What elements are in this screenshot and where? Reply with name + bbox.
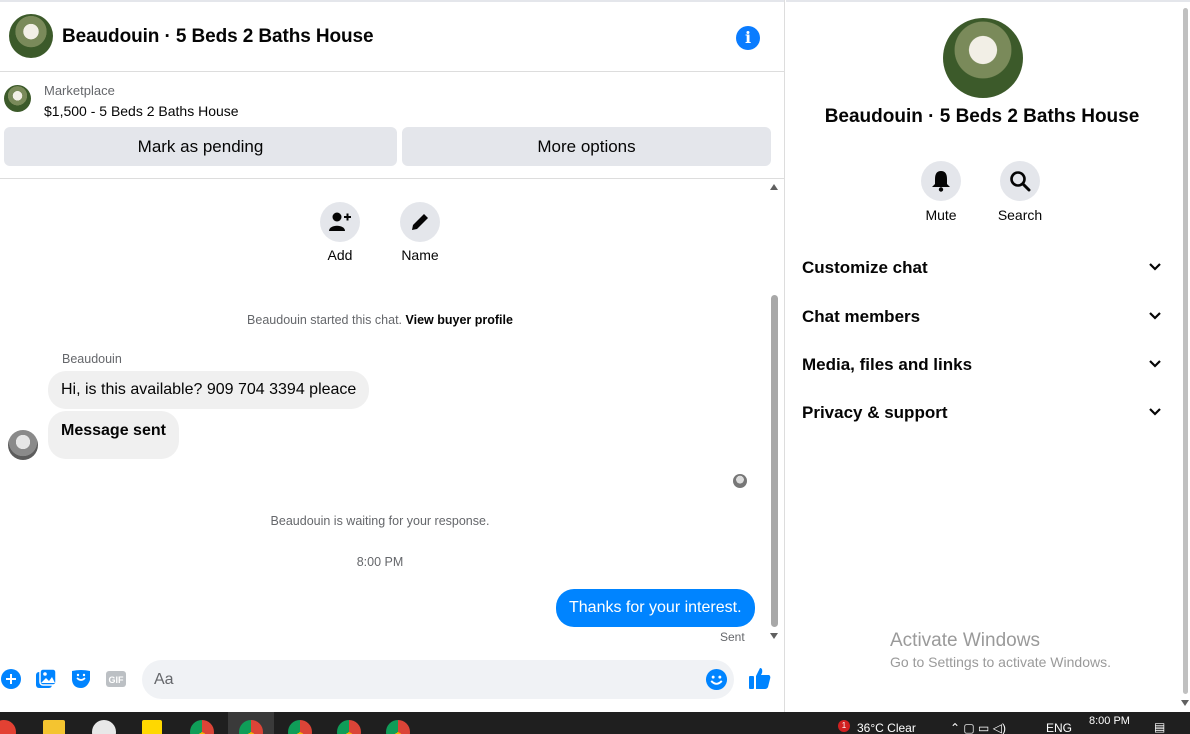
sticky-notes-icon[interactable]: [142, 720, 162, 734]
search-button-circle[interactable]: [1000, 161, 1040, 201]
name-chat-button[interactable]: [400, 202, 440, 242]
watermark-title: Activate Windows: [890, 630, 1040, 651]
mute-label: Mute: [925, 207, 957, 223]
add-label: Add: [327, 247, 353, 263]
system-tray-icons[interactable]: ⌃ ▢ ▭ ◁): [950, 721, 1006, 734]
pencil-icon: [412, 214, 428, 230]
marketplace-label: Marketplace: [44, 83, 115, 98]
chat-started-text: Beaudouin started this chat.: [247, 313, 403, 327]
mute-button-circle[interactable]: [921, 161, 961, 201]
chat-started-notice: Beaudouin started this chat. View buyer …: [0, 313, 760, 327]
chat-title[interactable]: Beaudouin · 5 Beds 2 Baths House: [62, 26, 374, 48]
message-input-container[interactable]: [142, 660, 734, 699]
sent-status: Sent: [720, 630, 745, 644]
chat-pane: Beaudouin · 5 Beds 2 Baths House i Marke…: [0, 0, 785, 712]
scroll-up-arrow-icon[interactable]: [770, 184, 778, 190]
add-person-icon: [329, 212, 351, 231]
incoming-message[interactable]: Message sent: [48, 411, 179, 459]
emoji-icon[interactable]: [705, 668, 728, 691]
incoming-message[interactable]: Hi, is this available? 909 704 3394 plea…: [48, 371, 370, 409]
more-options-button[interactable]: More options: [402, 127, 771, 166]
messenger-window: Beaudouin · 5 Beds 2 Baths House i Marke…: [0, 0, 1190, 734]
marketplace-banner: Marketplace $1,500 - 5 Beds 2 Baths Hous…: [0, 73, 784, 179]
composer-bar: GIF: [0, 650, 784, 710]
thumbs-up-icon[interactable]: [748, 666, 772, 690]
sticker-icon[interactable]: [70, 668, 92, 690]
scroll-down-arrow-icon[interactable]: [770, 633, 778, 639]
language-indicator[interactable]: ENG: [1046, 721, 1072, 734]
taskbar-app-icon[interactable]: [92, 720, 116, 734]
search-button[interactable]: Search: [990, 161, 1050, 223]
sender-name: Beaudouin: [62, 352, 122, 366]
weather-widget[interactable]: 36°C Clear: [857, 721, 916, 734]
listing-thumbnail[interactable]: [4, 85, 31, 112]
chrome-icon[interactable]: [337, 720, 361, 734]
section-chat-members[interactable]: Chat members: [802, 307, 1162, 327]
info-icon[interactable]: i: [736, 26, 760, 50]
listing-price-title[interactable]: $1,500 - 5 Beds 2 Baths House: [44, 103, 239, 119]
chevron-down-icon[interactable]: [1148, 357, 1162, 371]
bell-icon: [932, 171, 950, 192]
search-icon: [1010, 171, 1031, 192]
chrome-icon[interactable]: [386, 720, 410, 734]
chevron-down-icon[interactable]: [1148, 405, 1162, 419]
view-buyer-profile-link[interactable]: View buyer profile: [406, 313, 513, 327]
chevron-down-icon[interactable]: [1148, 260, 1162, 274]
waiting-notice: Beaudouin is waiting for your response.: [270, 514, 490, 528]
svg-text:GIF: GIF: [109, 675, 125, 685]
taskbar-clock[interactable]: 8:00 PM: [1089, 715, 1130, 727]
plus-circle-icon[interactable]: [0, 668, 22, 690]
chevron-down-icon[interactable]: [1148, 309, 1162, 323]
add-people-button[interactable]: [320, 202, 360, 242]
section-label: Privacy & support: [802, 403, 948, 422]
details-title: Beaudouin · 5 Beds 2 Baths House: [824, 106, 1140, 127]
notifications-icon[interactable]: ▤: [1154, 720, 1165, 734]
section-media-files-links[interactable]: Media, files and links: [802, 355, 1162, 375]
taskbar-app-icon[interactable]: [0, 720, 16, 734]
search-label: Search: [997, 207, 1043, 223]
section-privacy-support[interactable]: Privacy & support: [802, 403, 1162, 423]
message-scrollbar[interactable]: [769, 183, 780, 645]
outgoing-message[interactable]: Thanks for your interest.: [556, 589, 755, 627]
chrome-icon[interactable]: [288, 720, 312, 734]
message-timestamp: 8:00 PM: [356, 555, 404, 569]
chat-avatar[interactable]: [9, 14, 53, 58]
chat-details-pane: Beaudouin · 5 Beds 2 Baths House Mute Se…: [786, 0, 1190, 712]
watermark-subtitle: Go to Settings to activate Windows.: [890, 654, 1111, 670]
details-scrollbar[interactable]: [1180, 2, 1190, 714]
scroll-down-arrow-icon[interactable]: [1181, 700, 1189, 706]
sender-avatar[interactable]: [8, 430, 38, 460]
file-explorer-icon[interactable]: [43, 720, 65, 734]
name-label: Name: [401, 247, 439, 263]
mark-as-pending-button[interactable]: Mark as pending: [4, 127, 397, 166]
windows-taskbar: 1 36°C Clear ⌃ ▢ ▭ ◁) ENG 8:00 PM ▤: [0, 712, 1190, 734]
details-scroll-thumb[interactable]: [1183, 8, 1188, 694]
chrome-icon[interactable]: [190, 720, 214, 734]
chat-header: Beaudouin · 5 Beds 2 Baths House i: [0, 0, 784, 72]
message-list: Add Name Beaudouin started this chat. Vi…: [0, 180, 770, 646]
notification-badge: 1: [838, 720, 850, 732]
message-input[interactable]: [154, 660, 694, 699]
activate-windows-watermark: Activate Windows Go to Settings to activ…: [890, 630, 1111, 670]
section-customize-chat[interactable]: Customize chat: [802, 258, 1162, 278]
section-label: Customize chat: [802, 258, 928, 277]
seen-indicator-avatar: [733, 474, 747, 488]
photo-gallery-icon[interactable]: [35, 668, 57, 690]
section-label: Chat members: [802, 307, 921, 326]
gif-icon[interactable]: GIF: [105, 668, 127, 690]
scroll-thumb[interactable]: [771, 295, 778, 627]
section-label: Media, files and links: [802, 355, 973, 374]
details-avatar[interactable]: [943, 18, 1023, 98]
mute-button[interactable]: Mute: [911, 161, 971, 223]
